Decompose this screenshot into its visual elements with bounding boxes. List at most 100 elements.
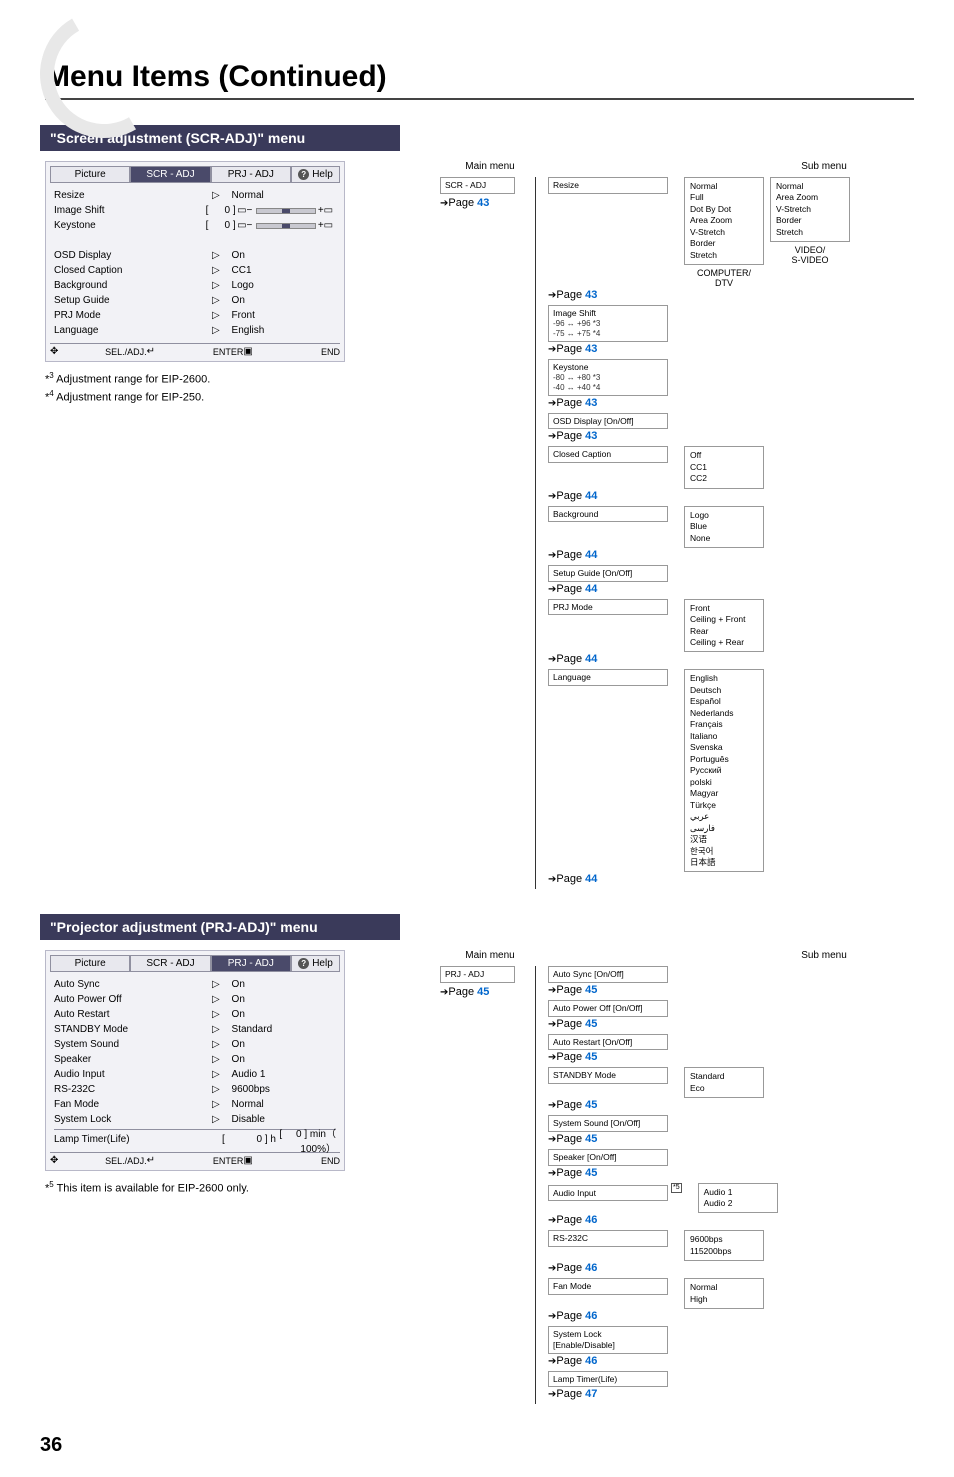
menu-row[interactable]: Auto Sync▷On	[54, 977, 336, 992]
menu-row[interactable]: Setup Guide▷On	[54, 293, 336, 308]
tree-item: OSD Display [On/Off]	[548, 413, 668, 430]
tree-item: Resize	[548, 177, 668, 194]
tree-sub-item: OffCC1CC2	[684, 446, 764, 488]
page-link[interactable]: 44	[585, 873, 597, 885]
tree-sub-item: NormalArea ZoomV-StretchBorderStretch	[770, 177, 850, 242]
footer-hint: ▣ END	[243, 1155, 340, 1166]
tree-item: Background	[548, 506, 668, 523]
scr-adj-menu-box: PictureSCR - ADJPRJ - ADJ? Help Resize▷N…	[45, 161, 345, 362]
sub-menu-header: Sub menu	[734, 950, 914, 961]
tree-item: System Lock[Enable/Disable]	[548, 1326, 668, 1353]
page-link[interactable]: 46	[585, 1355, 597, 1367]
menu-row[interactable]: Keystone[0 ]▭−+▭	[54, 218, 336, 233]
page-link[interactable]: 45	[585, 1051, 597, 1063]
tree-item: Fan Mode	[548, 1278, 668, 1295]
menu-tab[interactable]: Picture	[50, 955, 130, 972]
tree-item: Auto Power Off [On/Off]	[548, 1000, 668, 1017]
page-link[interactable]: 43	[585, 430, 597, 442]
page-link[interactable]: 45	[585, 1099, 597, 1111]
tree-item: Setup Guide [On/Off]	[548, 565, 668, 582]
page-link[interactable]: 44	[585, 653, 597, 665]
menu-row[interactable]: Language▷English	[54, 323, 336, 338]
page-link[interactable]: 45	[477, 986, 489, 998]
tree-sub-item: EnglishDeutschEspañolNederlandsFrançaisI…	[684, 669, 764, 872]
page-link[interactable]: 43	[477, 197, 489, 209]
menu-row[interactable]: STANDBY Mode▷Standard	[54, 1022, 336, 1037]
menu-row[interactable]: PRJ Mode▷Front	[54, 308, 336, 323]
prj-adj-menu-box: PictureSCR - ADJPRJ - ADJ? Help Auto Syn…	[45, 950, 345, 1171]
tree-item: Speaker [On/Off]	[548, 1149, 668, 1166]
menu-row[interactable]: RS-232C▷9600bps	[54, 1082, 336, 1097]
menu-tab[interactable]: SCR - ADJ	[130, 166, 210, 183]
menu-row[interactable]: System Sound▷On	[54, 1037, 336, 1052]
tree-sub-item: FrontCeiling + FrontRearCeiling + Rear	[684, 599, 764, 653]
menu-row[interactable]: Closed Caption▷CC1	[54, 263, 336, 278]
menu-row[interactable]: Auto Restart▷On	[54, 1007, 336, 1022]
tree-item: Closed Caption	[548, 446, 668, 463]
tree-sub-item: LogoBlueNone	[684, 506, 764, 548]
tree-sub-item: StandardEco	[684, 1067, 764, 1098]
footer-hint: ✥ SEL./ADJ.	[50, 1155, 147, 1166]
page-link[interactable]: 43	[585, 343, 597, 355]
tree-item: Lamp Timer(Life)	[548, 1371, 668, 1388]
menu-row[interactable]	[54, 233, 336, 248]
footer-hint: ✥ SEL./ADJ.	[50, 346, 147, 357]
page-link[interactable]: 45	[585, 984, 597, 996]
tree-sub-item: 9600bps115200bps	[684, 1230, 764, 1261]
sub-menu-header: Sub menu	[734, 161, 914, 172]
menu-row[interactable]: Image Shift[0 ]▭−+▭	[54, 203, 336, 218]
section2-header: "Projector adjustment (PRJ-ADJ)" menu	[40, 914, 400, 940]
footnote: *3 Adjustment range for EIP-2600.	[45, 370, 410, 388]
page-link[interactable]: 45	[585, 1018, 597, 1030]
footer-hint: ↵ ENTER	[147, 1155, 244, 1166]
menu-tab[interactable]: ? Help	[291, 166, 340, 183]
tree-item: PRJ Mode	[548, 599, 668, 616]
menu-row[interactable]: OSD Display▷On	[54, 248, 336, 263]
page-link[interactable]: 46	[585, 1310, 597, 1322]
footer-hint: ↵ ENTER	[147, 346, 244, 357]
menu-row[interactable]: Resize▷Normal	[54, 188, 336, 203]
main-node-prj-adj: PRJ - ADJ	[440, 966, 515, 983]
page-link[interactable]: 45	[585, 1167, 597, 1179]
page-link[interactable]: 44	[585, 549, 597, 561]
tree-item: Image Shift-96 ↔ +96 *3-75 ↔ +75 *4	[548, 305, 668, 342]
menu-tab[interactable]: SCR - ADJ	[130, 955, 210, 972]
tree-item: RS-232C	[548, 1230, 668, 1247]
menu-tab[interactable]: Picture	[50, 166, 130, 183]
menu-row[interactable]: Auto Power Off▷On	[54, 992, 336, 1007]
footnote-marker: *5	[671, 1183, 682, 1193]
page-link[interactable]: 46	[585, 1262, 597, 1274]
page-link[interactable]: 44	[585, 490, 597, 502]
page-link[interactable]: 44	[585, 583, 597, 595]
menu-row[interactable]: Speaker▷On	[54, 1052, 336, 1067]
main-menu-header: Main menu	[440, 161, 540, 172]
page-link[interactable]: 43	[585, 397, 597, 409]
page-link[interactable]: 46	[585, 1214, 597, 1226]
tree-sub-item: NormalFullDot By DotArea ZoomV-StretchBo…	[684, 177, 764, 265]
tree-item: Audio Input	[548, 1185, 668, 1202]
menu-tab[interactable]: PRJ - ADJ	[211, 955, 291, 972]
menu-row[interactable]: Background▷Logo	[54, 278, 336, 293]
page-link[interactable]: 47	[585, 1388, 597, 1400]
tree-item: Language	[548, 669, 668, 686]
main-node-scr-adj: SCR - ADJ	[440, 177, 515, 194]
menu-row[interactable]: Fan Mode▷Normal	[54, 1097, 336, 1112]
sub-caption: COMPUTER/DTV	[684, 268, 764, 288]
footnote: *5 This item is available for EIP-2600 o…	[45, 1179, 410, 1197]
page-link[interactable]: 43	[585, 289, 597, 301]
footnote: *4 Adjustment range for EIP-250.	[45, 388, 410, 406]
main-menu-header: Main menu	[440, 950, 540, 961]
tree-item: Auto Restart [On/Off]	[548, 1034, 668, 1051]
page-link[interactable]: 45	[585, 1133, 597, 1145]
menu-row[interactable]: Audio Input▷Audio 1	[54, 1067, 336, 1082]
sub-caption: VIDEO/S-VIDEO	[770, 245, 850, 265]
page-number: 36	[40, 1434, 914, 1457]
tree-sub-item: Audio 1Audio 2	[698, 1183, 778, 1214]
tree-item: System Sound [On/Off]	[548, 1115, 668, 1132]
tree-item: Keystone-80 ↔ +80 *3-40 ↔ +40 *4	[548, 359, 668, 396]
menu-tab[interactable]: ? Help	[291, 955, 340, 972]
lamp-timer-row: Lamp Timer(Life)[0 ] h[ 0 ] min（ 100%）	[54, 1132, 336, 1147]
tree-item: STANDBY Mode	[548, 1067, 668, 1084]
menu-tab[interactable]: PRJ - ADJ	[211, 166, 291, 183]
tree-item: Auto Sync [On/Off]	[548, 966, 668, 983]
